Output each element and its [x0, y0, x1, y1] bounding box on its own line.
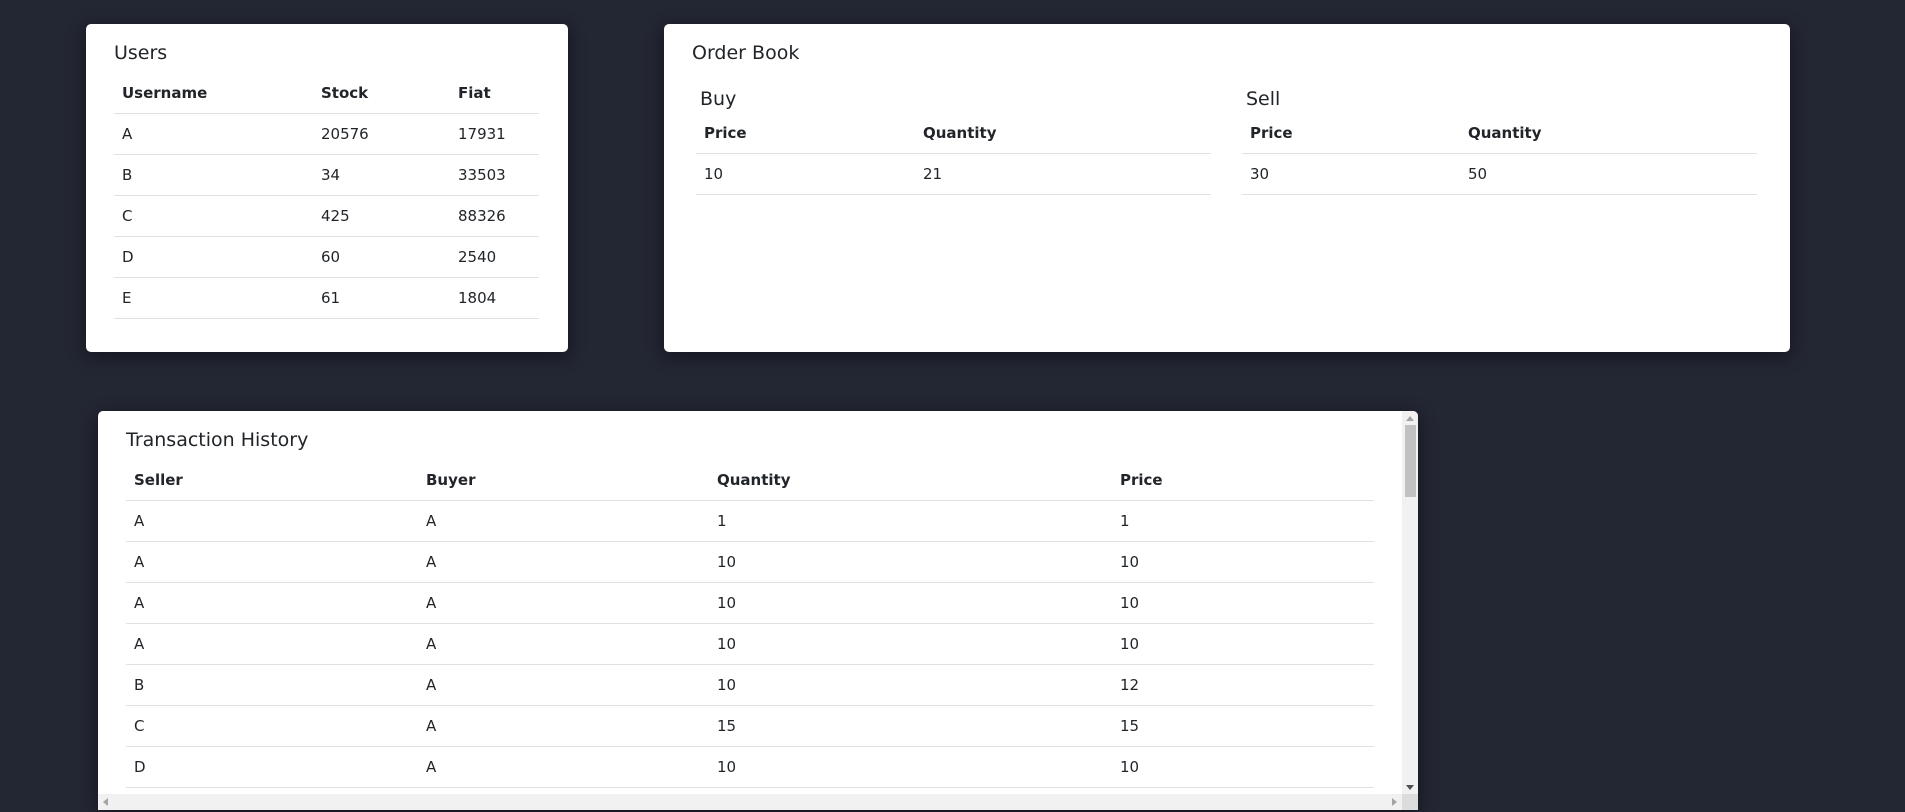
buy-table: Price Quantity 10 21: [696, 124, 1211, 195]
history-quantity: 1: [709, 500, 1112, 542]
table-row: E 61 1804: [114, 277, 539, 319]
user-fiat: 17931: [450, 113, 539, 155]
history-buyer: A: [418, 746, 709, 788]
history-quantity: 15: [709, 705, 1112, 747]
buy-header-row: Price Quantity: [696, 124, 1211, 154]
history-buyer: A: [418, 623, 709, 665]
users-header-row: Username Stock Fiat: [114, 84, 539, 114]
users-title: Users: [114, 42, 168, 64]
users-col-stock: Stock: [313, 84, 450, 114]
scroll-right-arrow-icon[interactable]: [1392, 798, 1397, 806]
history-price: 10: [1112, 582, 1374, 624]
table-row: A A 10 10: [126, 541, 1374, 583]
table-row: A A 10 10: [126, 582, 1374, 624]
buy-price: 10: [696, 153, 915, 195]
history-buyer: A: [418, 664, 709, 706]
users-col-fiat: Fiat: [450, 84, 539, 114]
user-fiat: 2540: [450, 236, 539, 278]
table-row: 10 21: [696, 153, 1211, 195]
sell-section: Sell Price Quantity 30 50: [1242, 88, 1757, 195]
table-row: A A 1 1: [126, 500, 1374, 542]
user-stock: 20576: [313, 113, 450, 155]
history-price: 10: [1112, 746, 1374, 788]
user-stock: 61: [313, 277, 450, 319]
history-seller: A: [126, 582, 418, 624]
user-stock: 34: [313, 154, 450, 196]
history-seller: D: [126, 746, 418, 788]
order-book-card: Order Book Buy Price Quantity 10 21 Sell: [664, 24, 1790, 352]
history-seller: A: [126, 500, 418, 542]
sell-table: Price Quantity 30 50: [1242, 124, 1757, 195]
history-price: 12: [1112, 664, 1374, 706]
order-book-title: Order Book: [692, 42, 800, 64]
scroll-down-arrow-icon[interactable]: [1406, 785, 1414, 790]
history-seller: C: [126, 705, 418, 747]
history-buyer: A: [418, 500, 709, 542]
user-username: A: [114, 113, 313, 155]
history-seller: A: [126, 623, 418, 665]
sell-quantity: 50: [1460, 153, 1757, 195]
sell-col-quantity: Quantity: [1460, 124, 1757, 154]
history-header-row: Seller Buyer Quantity Price: [126, 471, 1374, 501]
buy-col-quantity: Quantity: [915, 124, 1211, 154]
table-row: B A 10 12: [126, 664, 1374, 706]
user-username: E: [114, 277, 313, 319]
transaction-history-card: Transaction History Seller Buyer Quantit…: [98, 411, 1418, 810]
vertical-scroll-thumb[interactable]: [1405, 425, 1416, 497]
user-stock: 60: [313, 236, 450, 278]
history-quantity: 10: [709, 541, 1112, 583]
table-row: D A 10 10: [126, 746, 1374, 788]
table-row: A A 10 10: [126, 623, 1374, 665]
history-price: 10: [1112, 541, 1374, 583]
history-col-seller: Seller: [126, 471, 418, 501]
vertical-scrollbar[interactable]: [1402, 411, 1418, 794]
transaction-history-title: Transaction History: [126, 429, 309, 451]
history-seller: B: [126, 664, 418, 706]
history-seller: A: [126, 541, 418, 583]
history-quantity: 10: [709, 582, 1112, 624]
history-price: 15: [1112, 705, 1374, 747]
user-fiat: 1804: [450, 277, 539, 319]
scrollbar-corner: [1402, 794, 1418, 810]
history-buyer: A: [418, 541, 709, 583]
table-row: 30 50: [1242, 153, 1757, 195]
scroll-up-arrow-icon[interactable]: [1406, 416, 1414, 421]
table-row: D 60 2540: [114, 236, 539, 278]
user-fiat: 33503: [450, 154, 539, 196]
table-row: A 20576 17931: [114, 113, 539, 155]
history-quantity: 10: [709, 623, 1112, 665]
buy-col-price: Price: [696, 124, 915, 154]
sell-header-row: Price Quantity: [1242, 124, 1757, 154]
transaction-history-table: Seller Buyer Quantity Price A A 1 1 A A …: [126, 471, 1374, 788]
buy-section: Buy Price Quantity 10 21: [696, 88, 1211, 195]
scroll-left-arrow-icon[interactable]: [103, 798, 108, 806]
history-col-buyer: Buyer: [418, 471, 709, 501]
sell-col-price: Price: [1242, 124, 1460, 154]
user-username: B: [114, 154, 313, 196]
user-stock: 425: [313, 195, 450, 237]
history-col-quantity: Quantity: [709, 471, 1112, 501]
users-col-username: Username: [114, 84, 313, 114]
sell-title: Sell: [1246, 88, 1281, 110]
table-row: B 34 33503: [114, 154, 539, 196]
table-row: C A 15 15: [126, 705, 1374, 747]
history-price: 10: [1112, 623, 1374, 665]
history-price: 1: [1112, 500, 1374, 542]
user-fiat: 88326: [450, 195, 539, 237]
user-username: D: [114, 236, 313, 278]
horizontal-scrollbar[interactable]: [98, 794, 1402, 810]
table-row: C 425 88326: [114, 195, 539, 237]
user-username: C: [114, 195, 313, 237]
users-card: Users Username Stock Fiat A 20576 17931 …: [86, 24, 568, 352]
history-quantity: 10: [709, 664, 1112, 706]
users-table: Username Stock Fiat A 20576 17931 B 34 3…: [114, 84, 539, 319]
history-buyer: A: [418, 705, 709, 747]
buy-quantity: 21: [915, 153, 1211, 195]
transaction-history-content: Transaction History Seller Buyer Quantit…: [126, 429, 1374, 788]
history-col-price: Price: [1112, 471, 1374, 501]
buy-title: Buy: [700, 88, 737, 110]
sell-price: 30: [1242, 153, 1460, 195]
history-buyer: A: [418, 582, 709, 624]
history-quantity: 10: [709, 746, 1112, 788]
